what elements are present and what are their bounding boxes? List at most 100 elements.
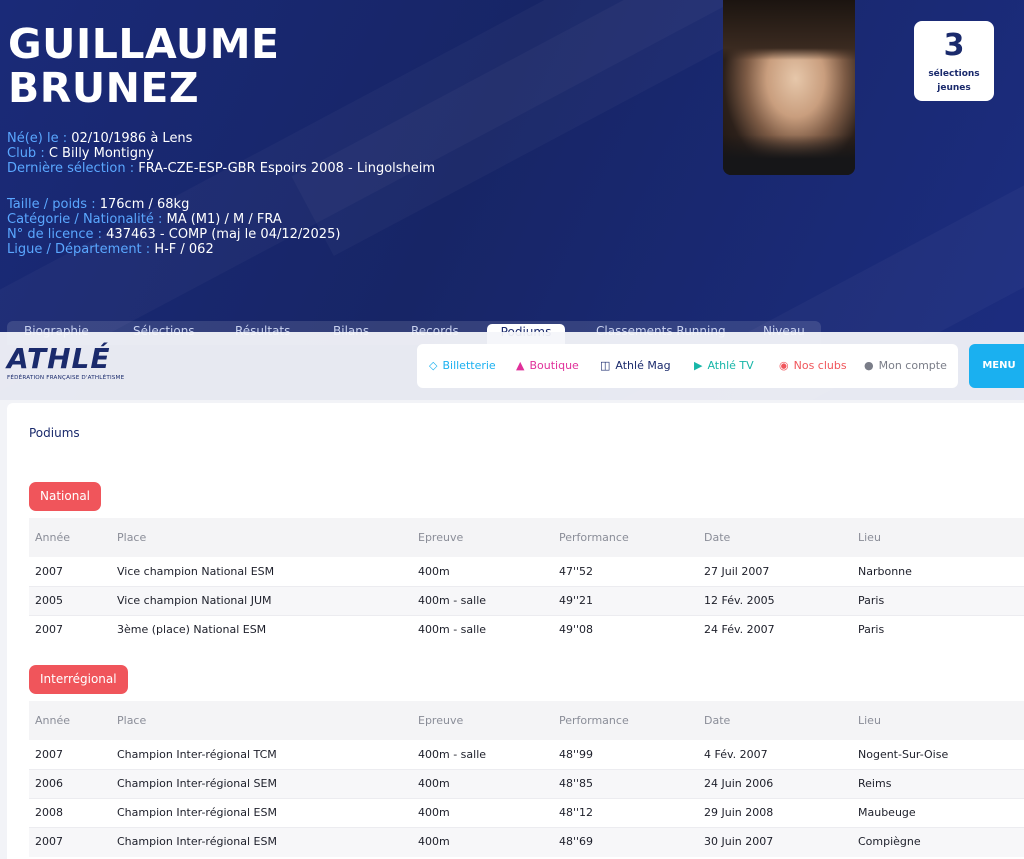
birth-info: Né(e) le : 02/10/1986 à Lens (7, 131, 192, 146)
cell-performance: 48''99 (559, 748, 594, 761)
col-header-lieu: Lieu (858, 531, 881, 544)
cell-place: Champion Inter-régional ESM (117, 835, 277, 848)
cell-annee: 2005 (35, 594, 63, 607)
athlete-name: GUILLAUME BRUNEZ (8, 22, 280, 110)
col-header-place: Place (117, 531, 147, 544)
category-info: Catégorie / Nationalité : MA (M1) / M / … (7, 212, 282, 227)
cell-epreuve: 400m - salle (418, 748, 487, 761)
cell-epreuve: 400m (418, 565, 450, 578)
cell-place: Champion Inter-régional SEM (117, 777, 277, 790)
cell-date: 29 Juin 2008 (704, 806, 774, 819)
nav-nos-clubs-label: Nos clubs (793, 359, 847, 372)
cell-annee: 2006 (35, 777, 63, 790)
nav-athle-tv-label: Athlé TV (707, 359, 754, 372)
logo-word: ATHLÉ (7, 342, 111, 375)
cell-place: Vice champion National JUM (117, 594, 272, 607)
athle-logo[interactable]: ATHLÉ FÉDÉRATION FRANÇAISE D'ATHLÉTISME (7, 342, 125, 382)
athlete-last-name: BRUNEZ (8, 64, 200, 112)
cell-epreuve: 400m (418, 835, 450, 848)
cell-annee: 2007 (35, 623, 63, 636)
cell-lieu: Paris (858, 623, 885, 636)
cell-annee: 2007 (35, 835, 63, 848)
col-header-performance: Performance (559, 714, 629, 727)
cell-epreuve: 400m - salle (418, 623, 487, 636)
cell-performance: 49''21 (559, 594, 594, 607)
last-selection-info: Dernière sélection : FRA-CZE-ESP-GBR Esp… (7, 161, 435, 176)
cell-performance: 49''08 (559, 623, 594, 636)
athlete-photo (723, 0, 855, 175)
nav-billetterie[interactable]: ◇ Billetterie (429, 359, 496, 372)
size-info: Taille / poids : 176cm / 68kg (7, 197, 189, 212)
nav-mon-compte[interactable]: ● Mon compte (864, 359, 947, 372)
cell-date: 30 Juin 2007 (704, 835, 774, 848)
cell-performance: 48''69 (559, 835, 594, 848)
book-icon: ◫ (600, 359, 611, 372)
col-header-lieu: Lieu (858, 714, 881, 727)
photo-hair (723, 0, 855, 60)
cell-lieu: Narbonne (858, 565, 912, 578)
cell-performance: 47''52 (559, 565, 594, 578)
cell-lieu: Maubeuge (858, 806, 916, 819)
nav-athle-mag-label: Athlé Mag (615, 359, 671, 372)
cell-epreuve: 400m - salle (418, 594, 487, 607)
league-info: Ligue / Département : H-F / 062 (7, 242, 214, 257)
last-selection-label: Dernière sélection : (7, 161, 135, 176)
cell-date: 4 Fév. 2007 (704, 748, 768, 761)
cell-annee: 2008 (35, 806, 63, 819)
cell-date: 24 Juin 2006 (704, 777, 774, 790)
col-header-place: Place (117, 714, 147, 727)
cell-place: Vice champion National ESM (117, 565, 275, 578)
club-value: C Billy Montigny (48, 146, 154, 161)
cell-place: Champion Inter-régional TCM (117, 748, 277, 761)
license-value: 437463 - COMP (maj le 04/12/2025) (106, 227, 341, 242)
selections-counter: 3 sélections jeunes (914, 21, 994, 101)
nav-nos-clubs[interactable]: ◉ Nos clubs (779, 359, 847, 372)
cell-lieu: Compiègne (858, 835, 921, 848)
location-pin-icon: ◉ (779, 359, 789, 372)
nav-athle-mag[interactable]: ◫ Athlé Mag (600, 359, 671, 372)
league-value: H-F / 062 (154, 242, 214, 257)
athlete-first-name: GUILLAUME (8, 20, 280, 68)
category-value: MA (M1) / M / FRA (166, 212, 282, 227)
user-icon: ● (864, 359, 874, 372)
cell-date: 12 Fév. 2005 (704, 594, 775, 607)
cell-lieu: Nogent-Sur-Oise (858, 748, 949, 761)
group-badge-national: National (29, 482, 102, 511)
cell-annee: 2007 (35, 565, 63, 578)
license-info: N° de licence : 437463 - COMP (maj le 04… (7, 227, 340, 242)
cell-annee: 2007 (35, 748, 63, 761)
cell-date: 27 Juil 2007 (704, 565, 770, 578)
club-info: Club : C Billy Montigny (7, 146, 154, 161)
cell-place: 3ème (place) National ESM (117, 623, 267, 636)
cell-date: 24 Fév. 2007 (704, 623, 775, 636)
selections-count: 3 (943, 28, 965, 63)
menu-button[interactable]: MENU (969, 344, 1024, 388)
col-header-annee: Année (35, 531, 71, 544)
logo-subtitle: FÉDÉRATION FRANÇAISE D'ATHLÉTISME (7, 375, 125, 381)
cell-epreuve: 400m (418, 806, 450, 819)
col-header-epreuve: Epreuve (418, 714, 464, 727)
group-badge-interregional: Interrégional (29, 665, 128, 694)
col-header-annee: Année (35, 714, 71, 727)
cell-place: Champion Inter-régional ESM (117, 806, 277, 819)
ticket-icon: ◇ (429, 359, 438, 372)
cell-performance: 48''85 (559, 777, 594, 790)
nav-athle-tv[interactable]: ▶ Athlé TV (694, 359, 754, 372)
selections-label-line2: jeunes (937, 83, 971, 93)
cell-lieu: Paris (858, 594, 885, 607)
shirt-icon: ▲ (516, 359, 525, 372)
nav-boutique-label: Boutique (529, 359, 579, 372)
club-label: Club : (7, 146, 45, 161)
last-selection-value: FRA-CZE-ESP-GBR Espoirs 2008 - Lingolshe… (138, 161, 436, 176)
col-header-date: Date (704, 531, 731, 544)
nav-boutique[interactable]: ▲ Boutique (516, 359, 579, 372)
nav-mon-compte-label: Mon compte (878, 359, 947, 372)
photo-shirt (723, 135, 855, 175)
size-label: Taille / poids : (7, 197, 96, 212)
nav-billetterie-label: Billetterie (442, 359, 496, 372)
license-label: N° de licence : (7, 227, 103, 242)
league-label: Ligue / Département : (7, 242, 151, 257)
col-header-date: Date (704, 714, 731, 727)
selections-label: sélections jeunes (914, 67, 994, 95)
cell-lieu: Reims (858, 777, 892, 790)
